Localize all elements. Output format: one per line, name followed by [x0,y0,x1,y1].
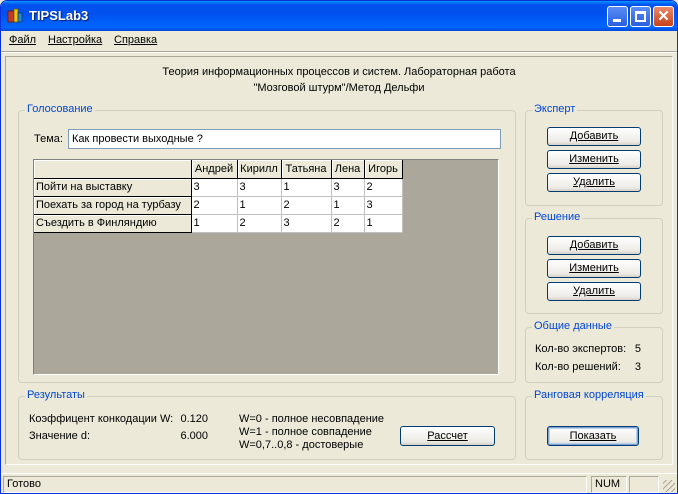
table-cell[interactable]: 1 [191,214,238,233]
voting-legend: Голосование [25,103,95,115]
menu-separator [1,51,677,53]
minimize-icon [613,19,621,22]
maximize-button[interactable] [630,6,651,27]
d-value: 6.000 [180,430,208,442]
status-bar: Готово NUM [1,473,677,493]
concordance-label: Коэффицент конкодации W: [29,413,174,425]
decision-delete-button[interactable]: Удалить [547,282,641,301]
row-header[interactable]: Пойти на выставку [34,178,192,197]
table-cell[interactable]: 3 [237,178,282,197]
expert-edit-button[interactable]: Изменить [547,150,641,169]
results-legend: Результаты [25,389,87,401]
show-correlation-button[interactable]: Показать [547,426,639,446]
title-bar[interactable]: TIPSLab3 ✕ [1,1,677,31]
status-text: Готово [7,478,41,490]
table-cell[interactable]: 1 [364,214,403,233]
decisions-count-label: Кол-во решений: [535,361,621,373]
app-icon [7,8,23,23]
table-row: Поехать за город на турбазу 2 1 2 1 3 [34,196,403,215]
table-cell[interactable]: 2 [331,214,365,233]
maximize-icon [635,11,646,22]
row-header[interactable]: Съездить в Финляндию [34,214,192,233]
topic-label: Тема: [34,133,63,145]
column-header[interactable]: Андрей [191,160,238,179]
experts-count-label: Кол-во экспертов: [535,343,627,355]
table-cell[interactable]: 1 [331,196,365,215]
d-value-label: Значение d: [29,430,91,442]
table-corner [34,160,192,179]
close-icon: ✕ [657,8,670,25]
rank-legend: Ранговая корреляция [532,389,646,401]
note-w1: W=1 - полное совпадение [239,426,372,438]
concordance-value: 0.120 [180,413,208,425]
table-cell[interactable]: 1 [237,196,282,215]
note-w0: W=0 - полное несовпадение [239,413,385,425]
table-cell[interactable]: 3 [331,178,365,197]
close-button[interactable]: ✕ [653,6,674,27]
experts-count-value: 5 [634,343,641,355]
column-header[interactable]: Игорь [364,160,403,179]
status-pane-empty [629,476,659,493]
num-indicator: NUM [595,478,621,490]
minimize-button[interactable] [607,6,628,27]
row-header[interactable]: Поехать за город на турбазу [34,196,192,215]
table-cell[interactable]: 3 [364,196,403,215]
expert-add-button[interactable]: Добавить [547,127,641,146]
expert-delete-button[interactable]: Удалить [547,173,641,192]
column-header[interactable]: Кирилл [237,160,282,179]
column-header[interactable]: Лена [331,160,365,179]
table-cell[interactable]: 3 [191,178,238,197]
calculate-button[interactable]: Рассчет [400,426,495,446]
note-w-range: W=0,7..0,8 - достоверые [239,439,364,451]
table-cell[interactable]: 2 [281,196,332,215]
window-title: TIPSLab3 [29,8,89,23]
decisions-count-value: 3 [634,361,641,373]
table-cell[interactable]: 3 [281,214,332,233]
menu-file[interactable]: Файл [9,34,36,46]
decision-edit-button[interactable]: Изменить [547,259,641,278]
table-cell[interactable]: 2 [191,196,238,215]
votes-table: Андрей Кирилл Татьяна Лена Игорь Пойти н… [34,160,403,233]
table-row: Пойти на выставку 3 3 1 3 2 [34,178,403,197]
decision-legend: Решение [532,211,583,223]
table-cell[interactable]: 1 [281,178,332,197]
general-group: Общие данные [525,320,663,383]
menu-help[interactable]: Справка [114,34,157,46]
menu-bar: Файл Настройка Справка [1,31,677,51]
topic-input[interactable] [68,129,501,149]
status-pane-main: Готово [3,476,587,493]
decision-add-button[interactable]: Добавить [547,236,641,255]
resize-grip-icon[interactable] [663,480,675,492]
header-line-2: "Мозговой штурм"/Метод Дельфи [253,82,425,94]
table-cell[interactable]: 2 [237,214,282,233]
general-legend: Общие данные [532,320,614,332]
table-cell[interactable]: 2 [364,178,403,197]
expert-legend: Эксперт [532,103,578,115]
votes-grid[interactable]: Андрей Кирилл Татьяна Лена Игорь Пойти н… [33,159,499,375]
menu-settings[interactable]: Настройка [48,34,102,46]
table-header-row: Андрей Кирилл Татьяна Лена Игорь [34,160,403,179]
main-window: TIPSLab3 ✕ Файл Настройка Справка Теория… [0,0,678,494]
table-row: Съездить в Финляндию 1 2 3 2 1 [34,214,403,233]
status-pane-num: NUM [591,476,627,493]
header-line-1: Теория информационных процессов и систем… [162,66,516,78]
column-header[interactable]: Татьяна [281,160,332,179]
